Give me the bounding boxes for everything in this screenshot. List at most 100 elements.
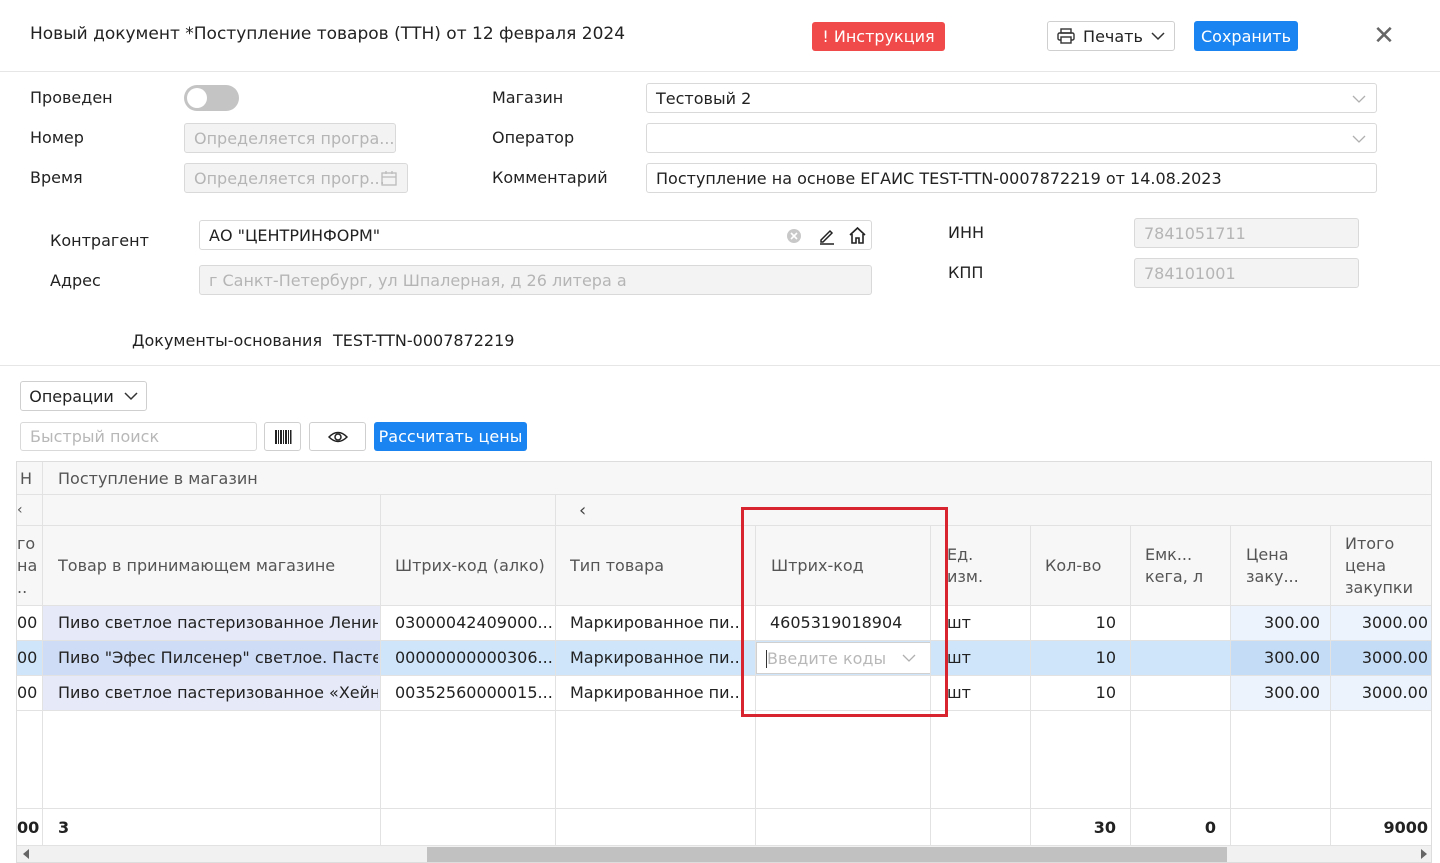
row-product[interactable]: Пиво светлое пастеризованное Ленин...	[58, 605, 378, 640]
col-header-unit[interactable]: Ед. изм.	[947, 526, 1007, 606]
chevron-down-icon	[1151, 32, 1165, 41]
clear-icon[interactable]	[786, 228, 802, 244]
store-label: Магазин	[492, 88, 564, 107]
quick-search-input[interactable]: Быстрый поиск	[20, 422, 257, 451]
view-button[interactable]	[309, 422, 366, 451]
left-cut-header: Н	[20, 468, 33, 488]
document-title: Новый документ *Поступление товаров (ТТН…	[30, 24, 626, 44]
operator-label: Оператор	[492, 128, 575, 147]
home-icon[interactable]	[848, 226, 867, 245]
col-header-price[interactable]: Цена заку...	[1246, 526, 1316, 606]
row-product-type[interactable]: Маркированное пи...	[570, 675, 750, 710]
close-icon[interactable]: ✕	[1370, 22, 1398, 50]
address-label: Адрес	[50, 271, 101, 290]
posted-toggle[interactable]	[184, 85, 239, 111]
group-header: Поступление в магазин	[58, 468, 258, 488]
footer-count: 3	[58, 818, 70, 837]
time-placeholder: Определяется прогр...	[194, 168, 385, 188]
store-select[interactable]: Тестовый 2	[646, 83, 1377, 113]
row-unit[interactable]: шт	[947, 675, 1007, 710]
form-divider	[0, 365, 1440, 366]
row-keg[interactable]	[1130, 605, 1216, 640]
row-price[interactable]: 300.00	[1230, 675, 1320, 710]
time-field[interactable]: Определяется прогр...	[184, 163, 408, 193]
base-docs-link[interactable]: TEST-TTN-0007872219	[333, 331, 514, 350]
save-button[interactable]: Сохранить	[1194, 21, 1298, 51]
footer-total: 9000	[1383, 818, 1428, 837]
row-price[interactable]: 300.00	[1230, 640, 1320, 675]
print-label: Печать	[1083, 26, 1143, 46]
footer-keg: 0	[1204, 818, 1216, 837]
barcode-icon	[274, 429, 291, 444]
scroll-left-arrow[interactable]	[23, 849, 29, 859]
chevron-down-icon	[1352, 135, 1366, 143]
store-value: Тестовый 2	[656, 88, 752, 108]
row-product-type[interactable]: Маркированное пи...	[570, 640, 750, 675]
operations-label: Операции	[29, 386, 114, 406]
col-header-product[interactable]: Товар в принимающем магазине	[58, 526, 378, 606]
left-cut-col-header: го на..	[17, 534, 38, 597]
row-product[interactable]: Пиво светлое пастеризованное «Хейн...	[58, 675, 378, 710]
calendar-icon[interactable]	[381, 171, 397, 186]
scroll-left-icon[interactable]: ‹	[17, 495, 33, 525]
scroll-left-icon[interactable]: ‹	[579, 495, 599, 525]
counterparty-value: АО "ЦЕНТРИНФОРМ"	[209, 225, 381, 245]
row-unit[interactable]: шт	[947, 605, 1007, 640]
instruction-button[interactable]: ! Инструкция	[812, 22, 945, 51]
row-product[interactable]: Пиво "Эфес Пилсенер" светлое. Пасте...	[58, 640, 378, 675]
header-divider	[0, 71, 1440, 72]
row-qty[interactable]: 10	[1030, 675, 1116, 710]
row-barcode-alco[interactable]: 00352560000015...	[395, 675, 560, 710]
row-price[interactable]: 300.00	[1230, 605, 1320, 640]
row-unit[interactable]: шт	[947, 640, 1007, 675]
col-header-barcode-alco[interactable]: Штрих-код (алко)	[395, 526, 545, 606]
time-label: Время	[30, 168, 83, 187]
print-button[interactable]: Печать	[1047, 21, 1175, 51]
calculate-prices-button[interactable]: Рассчитать цены	[374, 422, 527, 451]
edit-icon[interactable]	[818, 227, 836, 245]
operations-button[interactable]: Операции	[20, 381, 147, 411]
kpp-label: КПП	[948, 263, 984, 282]
horizontal-scrollbar[interactable]	[17, 846, 1431, 862]
row-total: 3000.00	[1361, 648, 1428, 667]
inn-label: ИНН	[948, 223, 985, 242]
eye-icon	[327, 431, 348, 442]
row-product-type[interactable]: Маркированное пи...	[570, 605, 750, 640]
posted-label: Проведен	[30, 88, 113, 107]
kpp-field: 784101001	[1134, 258, 1359, 288]
number-field[interactable]: Определяется програ...	[184, 123, 396, 153]
printer-icon	[1057, 28, 1075, 44]
col-header-qty[interactable]: Кол-во	[1045, 526, 1105, 606]
row-barcode-alco[interactable]: 03000042409000...	[395, 605, 560, 640]
row-total: 3000.00	[1361, 683, 1428, 702]
inn-field: 7841051711	[1134, 218, 1359, 248]
row-qty[interactable]: 10	[1030, 640, 1116, 675]
goods-table: Н Поступление в магазин ‹ ‹ го на.. Товар…	[16, 461, 1432, 863]
row-qty[interactable]: 10	[1030, 605, 1116, 640]
address-field: г Санкт-Петербург, ул Шпалерная, д 26 ли…	[199, 265, 872, 295]
col-header-keg[interactable]: Емк... кега, л	[1145, 526, 1215, 606]
base-docs-label: Документы-основания	[132, 331, 323, 350]
highlight-frame	[741, 507, 948, 717]
col-header-product-type[interactable]: Тип товара	[570, 526, 740, 606]
scroll-right-arrow[interactable]	[1421, 849, 1427, 859]
counterparty-label: Контрагент	[50, 231, 149, 250]
row-left-cut: 00	[17, 648, 38, 667]
barcode-button[interactable]	[264, 422, 301, 451]
toggle-knob	[187, 88, 207, 108]
row-keg[interactable]	[1130, 675, 1216, 710]
footer-qty: 30	[1093, 818, 1116, 837]
footer-left-cut: 00	[17, 818, 40, 837]
counterparty-field[interactable]: АО "ЦЕНТРИНФОРМ"	[199, 220, 872, 250]
operator-select[interactable]	[646, 123, 1377, 153]
row-keg[interactable]	[1130, 640, 1216, 675]
col-header-total[interactable]: Итого цена закупки	[1345, 526, 1431, 606]
comment-label: Комментарий	[492, 168, 608, 187]
number-label: Номер	[30, 128, 84, 147]
chevron-down-icon	[124, 392, 138, 401]
row-barcode-alco[interactable]: 00000000000306...	[395, 640, 560, 675]
comment-field[interactable]: Поступление на основе ЕГАИС TEST-TTN-000…	[646, 163, 1377, 193]
row-total: 3000.00	[1361, 613, 1428, 632]
row-left-cut: 00	[17, 683, 38, 702]
scrollbar-thumb[interactable]	[427, 847, 1227, 862]
